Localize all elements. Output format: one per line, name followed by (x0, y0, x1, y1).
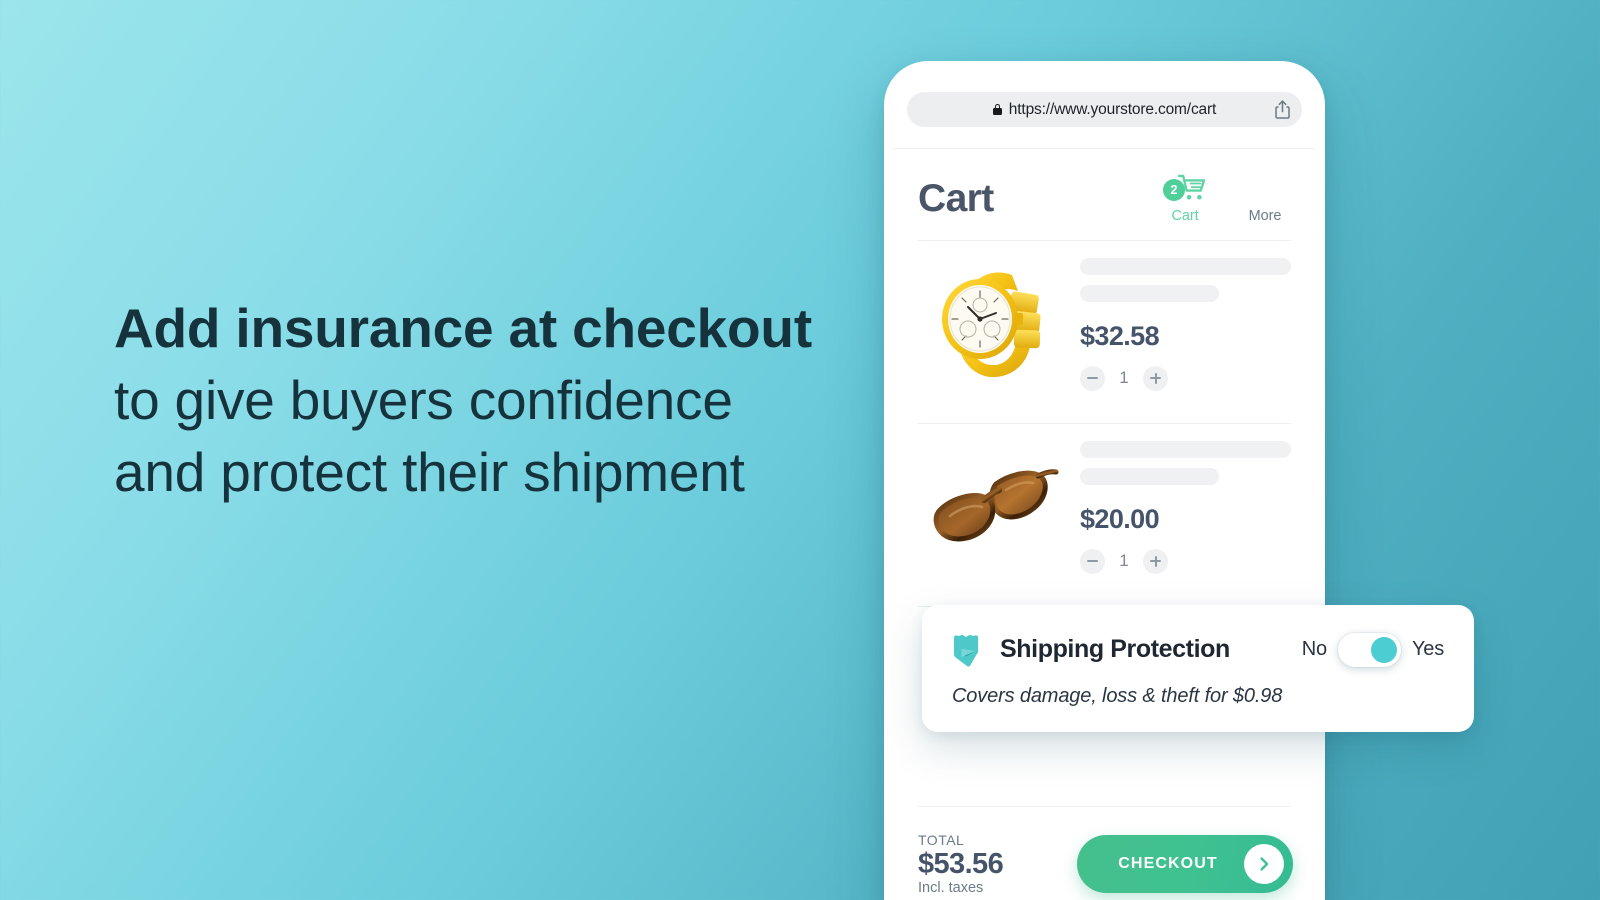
total-block: TOTAL $53.56 Incl. taxes (918, 831, 1004, 897)
product-variant-placeholder (1080, 467, 1220, 485)
nav-item-more[interactable]: More (1239, 175, 1291, 224)
toggle-label-yes: Yes (1411, 638, 1444, 660)
shipping-protection-subtitle: Covers damage, loss & theft for $0.98 (952, 685, 1283, 707)
quantity-stepper: 1 (1080, 365, 1291, 391)
yellow-watch-image (918, 255, 1068, 391)
increase-quantity-button[interactable] (1143, 365, 1168, 391)
decrease-quantity-button[interactable] (1080, 365, 1105, 391)
cart-item-row: $20.00 1 (894, 424, 1315, 590)
cart-summary-bar: TOTAL $53.56 Incl. taxes CHECKOUT (894, 807, 1315, 900)
quantity-value: 1 (1119, 551, 1129, 570)
item-details: $20.00 1 (1080, 439, 1291, 574)
shipping-protection-card: Shipping Protection No Yes Covers damage… (922, 605, 1474, 732)
page-headline: Add insurance at checkout to give buyers… (114, 292, 814, 508)
total-amount: $53.56 (918, 847, 1004, 880)
item-details: $32.58 1 (1080, 256, 1291, 391)
product-name-placeholder (1080, 440, 1291, 458)
decrease-quantity-button[interactable] (1080, 548, 1105, 574)
cart-count-badge: 2 (1163, 179, 1185, 201)
item-price: $32.58 (1080, 320, 1160, 351)
protection-toggle-group: No Yes (1301, 632, 1444, 667)
nav-label-more: More (1248, 208, 1282, 224)
lock-icon (992, 104, 1002, 115)
increase-quantity-button[interactable] (1143, 548, 1168, 574)
total-label: TOTAL (918, 831, 965, 848)
shipping-protection-header: Shipping Protection No Yes (952, 631, 1444, 668)
cart-header: Cart 2 Cart More (894, 149, 1315, 224)
shipping-protection-toggle[interactable] (1337, 632, 1401, 667)
chevron-right-icon (1244, 844, 1284, 884)
page-title: Cart (918, 177, 994, 220)
checkout-button-label: CHECKOUT (1118, 855, 1218, 872)
tortoiseshell-sunglasses-image (918, 438, 1068, 574)
url-text: https://www.yourstore.com/cart (1008, 100, 1217, 118)
address-bar[interactable]: https://www.yourstore.com/cart (907, 92, 1302, 127)
quantity-value: 1 (1119, 368, 1129, 387)
checkout-button[interactable]: CHECKOUT (1077, 835, 1293, 893)
share-icon[interactable] (1275, 100, 1290, 119)
shield-icon (952, 631, 985, 668)
phone-mockup: https://www.yourstore.com/cart Cart 2 Ca… (884, 61, 1325, 900)
toggle-label-no: No (1301, 638, 1327, 660)
item-price: $20.00 (1080, 503, 1160, 534)
cart-icon-row: 2 (1157, 174, 1213, 205)
product-name-placeholder (1080, 257, 1291, 275)
product-variant-placeholder (1080, 284, 1220, 302)
nav-label-cart: Cart (1171, 208, 1199, 224)
cart-nav: 2 Cart More (1159, 171, 1291, 224)
phone-screen: https://www.yourstore.com/cart Cart 2 Ca… (894, 71, 1315, 900)
nav-item-cart[interactable]: 2 Cart (1157, 174, 1213, 224)
shipping-protection-title: Shipping Protection (1000, 635, 1230, 663)
browser-chrome: https://www.yourstore.com/cart (894, 71, 1315, 149)
total-note: Incl. taxes (918, 880, 984, 897)
cart-item-row: $32.58 1 (894, 241, 1315, 407)
toggle-knob (1370, 636, 1397, 663)
headline-bold: Add insurance at checkout (114, 297, 812, 359)
headline-rest: to give buyers confidence and protect th… (114, 369, 745, 503)
quantity-stepper: 1 (1080, 548, 1291, 574)
